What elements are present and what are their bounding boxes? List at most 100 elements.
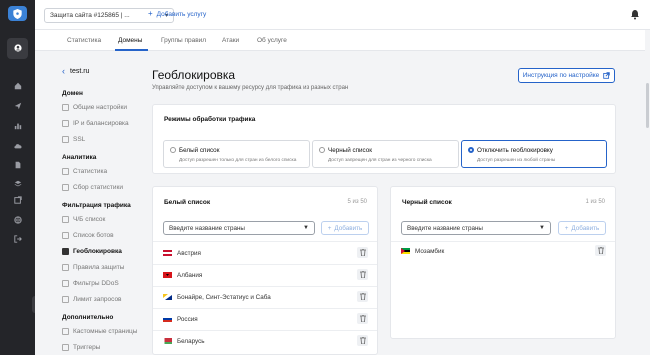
row-divider: [153, 264, 377, 265]
subnav-item-statistics[interactable]: Статистика: [62, 168, 107, 175]
cloud-icon[interactable]: [10, 140, 25, 152]
layers-icon[interactable]: [10, 178, 25, 190]
domain-back-link[interactable]: ‹ test.ru: [62, 66, 89, 76]
subnav-item-ddos[interactable]: Фильтры DDoS: [62, 280, 119, 287]
subnav-item-custom-pages[interactable]: Кастомные страницы: [62, 328, 137, 335]
subnav-item-ip[interactable]: IP и балансировка: [62, 120, 129, 127]
radio-button[interactable]: [319, 147, 325, 153]
subnav-item-label: SSL: [73, 136, 86, 143]
subnav-item-triggers[interactable]: Триггеры: [62, 344, 100, 351]
plus-icon: +: [564, 224, 569, 232]
left-rail: [0, 0, 35, 355]
list-icon: [62, 216, 69, 223]
tab-about[interactable]: Об услуге: [257, 37, 287, 44]
tab-attacks[interactable]: Атаки: [222, 37, 239, 44]
home-icon[interactable]: [10, 80, 25, 92]
subnav-section-extra: Дополнительно: [62, 314, 114, 321]
add-service-link[interactable]: + Добавить услугу: [148, 10, 206, 18]
send-icon[interactable]: [10, 100, 25, 112]
subnav-item-rules[interactable]: Правила защиты: [62, 264, 124, 271]
mode-description: Доступ разрешен из любой страны: [477, 158, 556, 163]
list-item: Россия: [163, 310, 198, 328]
whitelist-title: Белый список: [164, 199, 211, 206]
plus-icon: +: [148, 9, 153, 18]
tab-rule-groups[interactable]: Группы правил: [161, 37, 206, 44]
delete-trash-icon[interactable]: [595, 245, 606, 256]
mode-option-blacklist[interactable]: Черный список Доступ запрещен для стран …: [312, 140, 459, 168]
subnav-item-label: Правила защиты: [73, 264, 125, 271]
subnav-item-ssl[interactable]: SSL: [62, 136, 85, 143]
mode-option-disable[interactable]: Отключить геоблокировку Доступ разрешен …: [461, 140, 607, 168]
chart-icon: [62, 168, 69, 175]
filter-icon: [62, 280, 69, 287]
row-divider: [153, 286, 377, 287]
list-item: Бонайре, Синт-Эстатиус и Саба: [163, 288, 271, 306]
page-subtitle: Управляйте доступом к вашему ресурсу для…: [152, 85, 349, 91]
subnav-section-analytics: Аналитика: [62, 154, 97, 161]
divider: [153, 241, 377, 242]
user-circle-icon[interactable]: [10, 42, 25, 54]
document-icon[interactable]: [10, 159, 25, 171]
row-divider: [153, 330, 377, 331]
mode-option-whitelist[interactable]: Белый список Доступ разрешен только для …: [163, 140, 310, 168]
scrollbar[interactable]: [645, 30, 650, 355]
country-select[interactable]: Введите название страны ▼: [163, 221, 315, 235]
delete-trash-icon[interactable]: [357, 291, 368, 302]
subnav-item-label: Статистика: [73, 168, 108, 175]
list-item: Беларусь: [163, 332, 205, 350]
subnav-item-bots[interactable]: Список ботов: [62, 232, 114, 239]
subnav-item-general[interactable]: Общие настройки: [62, 104, 127, 111]
bell-icon[interactable]: [630, 9, 640, 20]
database-icon: [62, 184, 69, 191]
chart-icon[interactable]: [10, 120, 25, 132]
country-select-placeholder: Введите название страны: [407, 224, 483, 232]
radio-button[interactable]: [170, 147, 176, 153]
delete-trash-icon[interactable]: [357, 335, 368, 346]
shield-logo-icon[interactable]: [8, 6, 27, 21]
whitelist-add-button[interactable]: + Добавить: [321, 221, 369, 235]
guide-button[interactable]: Инструкция по настройке: [518, 68, 615, 83]
blacklist-add-button[interactable]: + Добавить: [558, 221, 606, 235]
globe-icon[interactable]: [10, 214, 25, 226]
tab-statistics[interactable]: Статистика: [67, 37, 101, 44]
country-name: Албания: [177, 271, 203, 279]
radio-button-selected[interactable]: [468, 147, 474, 153]
subnav-item-collect[interactable]: Сбор статистики: [62, 184, 123, 191]
mode-description: Доступ запрещен для стран из черного спи…: [328, 158, 432, 163]
traffic-modes-card: Режимы обработки трафика Белый список До…: [152, 104, 616, 174]
blacklist-card: Черный список 1 из 50 Введите название с…: [390, 186, 616, 339]
country-name: Австрия: [177, 249, 201, 257]
external-link-icon[interactable]: [10, 194, 25, 206]
add-label: Добавить: [334, 224, 363, 232]
list-item: Мозамбик: [401, 242, 444, 260]
belarus-flag-icon: [163, 338, 172, 344]
logout-icon[interactable]: [10, 233, 25, 245]
subnav-item-bw-list[interactable]: Ч/Б список: [62, 216, 105, 223]
scrollbar-thumb[interactable]: [646, 83, 649, 128]
country-name: Мозамбик: [415, 247, 445, 255]
delete-trash-icon[interactable]: [357, 269, 368, 280]
site-select-value: Защита сайта #125865 | ...: [50, 12, 130, 19]
delete-trash-icon[interactable]: [357, 247, 368, 258]
caret-down-icon: ▼: [303, 225, 309, 231]
plus-icon: +: [327, 224, 332, 232]
austria-flag-icon: [163, 250, 172, 256]
country-select[interactable]: Введите название страны ▼: [401, 221, 551, 235]
subnav-item-rate-limit[interactable]: Лимит запросов: [62, 296, 122, 303]
chevron-left-icon: ‹: [62, 66, 65, 76]
tab-domains[interactable]: Домены: [118, 37, 142, 44]
subnav-item-geoblock[interactable]: Геоблокировка: [62, 248, 122, 255]
subnav-item-label: Триггеры: [73, 344, 101, 351]
network-icon: [62, 120, 69, 127]
bonaire-flag-icon: [163, 294, 172, 300]
modes-title: Режимы обработки трафика: [164, 116, 256, 123]
subnav-section-filtering: Фильтрация трафика: [62, 202, 131, 209]
limit-icon: [62, 296, 69, 303]
delete-trash-icon[interactable]: [357, 313, 368, 324]
add-label: Добавить: [571, 224, 600, 232]
add-service-label: Добавить услугу: [156, 10, 207, 18]
russia-flag-icon: [163, 316, 172, 322]
blacklist-title: Черный список: [402, 199, 452, 206]
caret-down-icon: ▼: [539, 225, 545, 231]
subnav-item-label: Кастомные страницы: [73, 328, 138, 335]
